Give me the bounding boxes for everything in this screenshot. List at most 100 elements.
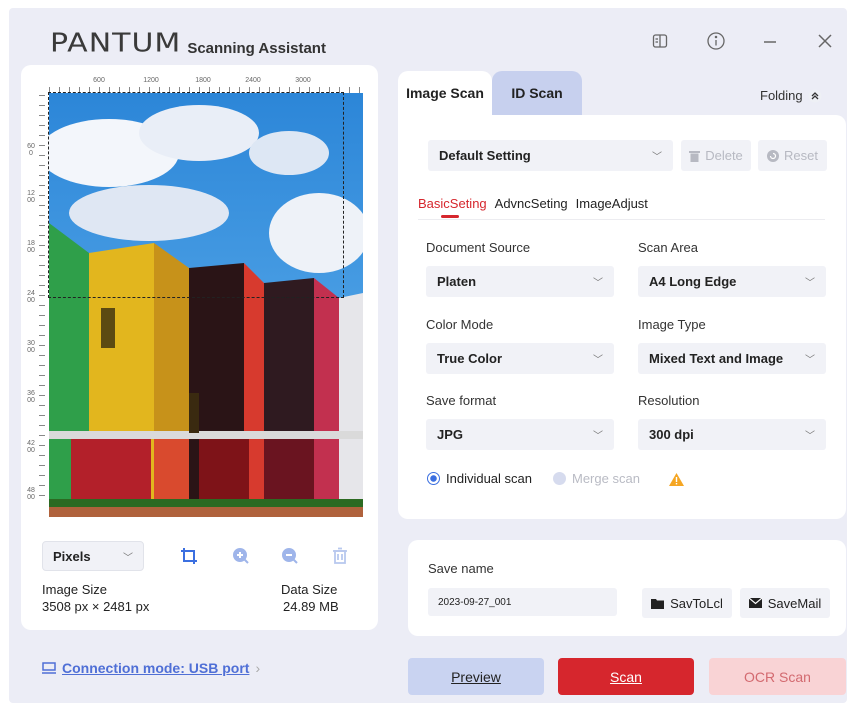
minimize-button[interactable] — [757, 28, 783, 54]
radio-unchecked-icon — [553, 472, 566, 485]
zoom-in-icon — [233, 548, 249, 564]
preview-label: Preview — [451, 668, 501, 685]
subtab-divider — [418, 219, 825, 220]
manual-book-icon — [652, 34, 668, 48]
resolution-select[interactable]: 300 dpi ﹀ — [638, 419, 826, 450]
individual-scan-label: Individual scan — [446, 471, 532, 486]
delete-image-button[interactable] — [330, 546, 350, 566]
document-source-select[interactable]: Platen ﹀ — [426, 266, 614, 297]
tab-image-scan[interactable]: Image Scan — [398, 71, 492, 115]
image-type-select[interactable]: Mixed Text and Image ﹀ — [638, 343, 826, 374]
save-to-local-label: SavToLcl — [670, 595, 723, 611]
data-size-value: 24.89 MB — [283, 599, 339, 614]
color-mode-select[interactable]: True Color ﹀ — [426, 343, 614, 374]
preview-panel: 600 1200 1800 2400 3000 600 1200 1800 24… — [21, 65, 378, 630]
image-size-value: 3508 px × 2481 px — [42, 599, 150, 614]
save-name-label: Save name — [428, 561, 494, 576]
image-type-value: Mixed Text and Image — [649, 351, 784, 366]
subtab-image-adjust[interactable]: ImageAdjust — [576, 196, 648, 211]
reset-button[interactable]: Reset — [758, 140, 827, 171]
chevron-right-icon: › — [255, 660, 261, 676]
document-source-label: Document Source — [426, 240, 531, 255]
delete-preset-button[interactable]: Delete — [681, 140, 751, 171]
save-mail-label: SaveMail — [767, 595, 822, 611]
double-chevron-up-icon — [808, 89, 822, 102]
manual-book-button[interactable] — [647, 28, 673, 54]
save-name-input[interactable] — [428, 588, 617, 616]
ruler-tick: 3000 — [295, 77, 311, 84]
merge-scan-label: Merge scan — [572, 471, 640, 486]
merge-scan-radio[interactable]: Merge scan — [553, 471, 640, 486]
info-button[interactable] — [703, 28, 729, 54]
connection-mode-label: Connection mode: USB port — [62, 660, 250, 676]
scan-area-select[interactable]: A4 Long Edge ﹀ — [638, 266, 826, 297]
mail-icon — [748, 598, 762, 608]
computer-icon — [42, 662, 56, 674]
connection-mode-link[interactable]: Connection mode: USB port › — [42, 660, 260, 676]
trash-icon — [689, 150, 701, 162]
reset-label: Reset — [784, 148, 818, 163]
crop-button[interactable] — [179, 546, 199, 566]
ruler-tick: 1200 — [27, 190, 35, 204]
save-to-local-button[interactable]: SavToLcl — [642, 588, 732, 618]
ruler-tick: 1200 — [143, 77, 159, 84]
chevron-down-icon: ﹀ — [593, 355, 603, 366]
minimize-icon — [764, 41, 776, 43]
chevron-down-icon: ﹀ — [593, 278, 603, 289]
preview-button[interactable]: Preview — [408, 658, 544, 695]
scan-button[interactable]: Scan — [558, 658, 694, 695]
folding-toggle[interactable]: Folding — [760, 88, 822, 103]
save-format-value: JPG — [437, 427, 464, 442]
chevron-down-icon: ﹀ — [805, 431, 815, 442]
preset-select-value: Default Setting — [439, 148, 531, 163]
subtab-advanced-setting[interactable]: AdvncSeting — [495, 196, 568, 211]
ruler-tick: 3000 — [27, 340, 35, 354]
resolution-value: 300 dpi — [649, 427, 694, 442]
info-icon — [707, 32, 725, 50]
close-button[interactable] — [812, 28, 838, 54]
ruler-tick: 1800 — [27, 240, 35, 254]
app-brand: PANTUM Scanning Assistant — [50, 26, 326, 61]
save-mail-button[interactable]: SaveMail — [740, 588, 830, 618]
chevron-down-icon: ﹀ — [652, 152, 662, 163]
data-size-label: Data Size — [281, 582, 338, 597]
tab-id-scan[interactable]: ID Scan — [492, 71, 582, 115]
image-size-label: Image Size — [42, 582, 108, 597]
zoom-out-icon — [282, 548, 298, 564]
ruler-tick: 600 — [27, 143, 35, 157]
resolution-label: Resolution — [638, 393, 700, 408]
chevron-down-icon: ﹀ — [593, 431, 603, 442]
scan-area-crop-box[interactable] — [48, 92, 344, 298]
subtab-basic-setting[interactable]: BasicSeting — [418, 196, 487, 211]
save-format-select[interactable]: JPG ﹀ — [426, 419, 614, 450]
delete-preset-label: Delete — [705, 148, 743, 163]
preset-select[interactable]: Default Setting ﹀ — [428, 140, 673, 171]
ocr-scan-label: OCR Scan — [744, 668, 811, 685]
close-icon — [818, 34, 832, 48]
ocr-scan-button[interactable]: OCR Scan — [709, 658, 846, 695]
ruler-tick: 1800 — [195, 77, 211, 84]
scan-area-label: Scan Area — [638, 240, 698, 255]
save-format-label: Save format — [426, 393, 497, 408]
chevron-down-icon: ﹀ — [123, 552, 133, 564]
unit-select[interactable]: Pixels ﹀ — [42, 541, 144, 571]
zoom-in-button[interactable] — [231, 546, 251, 566]
pantum-logo: PANTUM — [50, 28, 182, 59]
folder-icon — [651, 598, 665, 609]
individual-scan-radio[interactable]: Individual scan — [427, 471, 532, 486]
reset-icon — [767, 149, 780, 162]
settings-subtabs: BasicSeting AdvncSeting ImageAdjust — [418, 196, 648, 211]
ruler-tick: 3600 — [27, 390, 35, 404]
ruler-tick: 4800 — [27, 487, 35, 501]
app-title: Scanning Assistant — [187, 40, 326, 57]
ruler-left: 600 1200 1800 2400 3000 3600 4200 4800 — [27, 95, 45, 505]
active-subtab-indicator — [441, 215, 459, 218]
scan-area-value: A4 Long Edge — [649, 274, 737, 289]
zoom-out-button[interactable] — [280, 546, 300, 566]
ruler-tick: 600 — [93, 77, 105, 84]
ruler-tick: 2400 — [245, 77, 261, 84]
warning-icon[interactable] — [669, 473, 684, 486]
chevron-down-icon: ﹀ — [805, 355, 815, 366]
document-source-value: Platen — [437, 274, 477, 289]
folding-label: Folding — [760, 88, 803, 103]
